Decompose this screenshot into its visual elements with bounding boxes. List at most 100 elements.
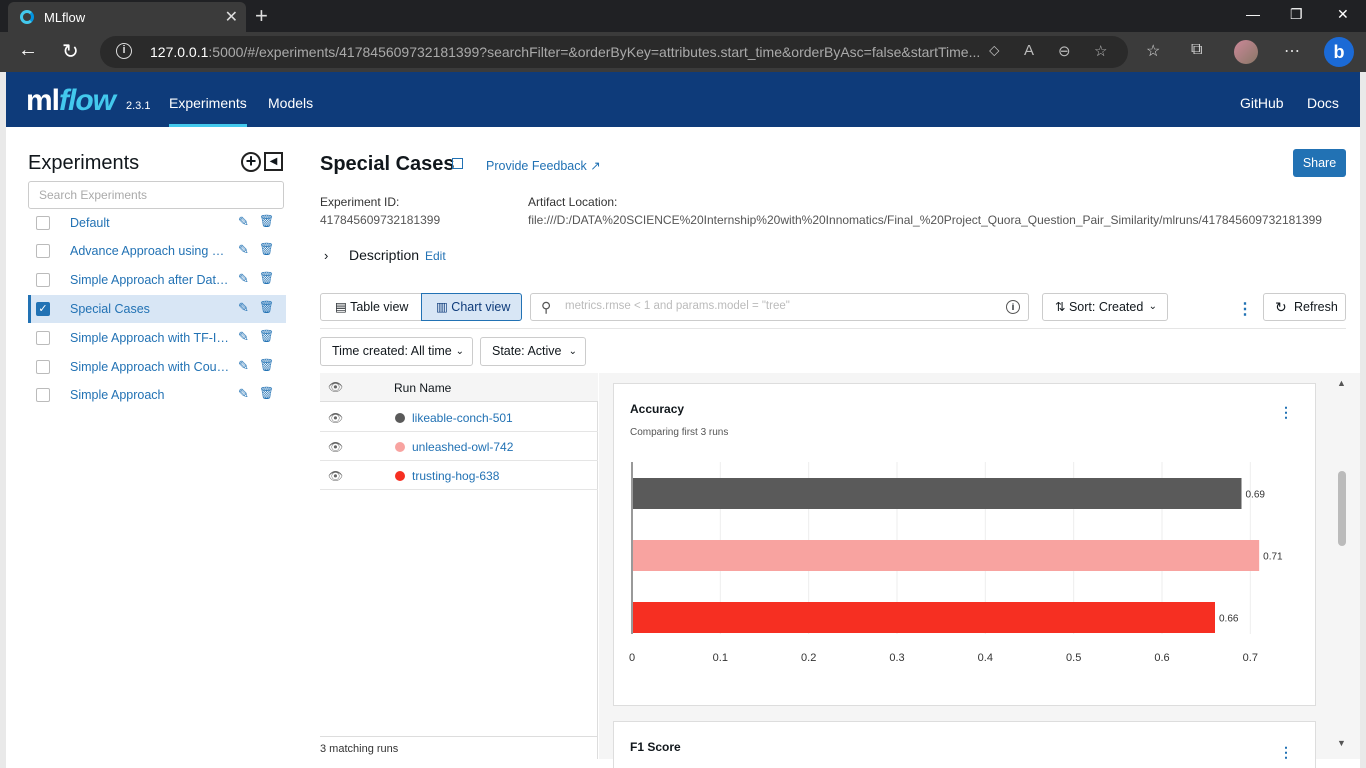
- experiment-item[interactable]: Simple Approach ✎ 🗑: [28, 381, 286, 409]
- site-info-icon[interactable]: i: [116, 43, 132, 59]
- experiment-item[interactable]: Simple Approach with TF-IDF ✎ 🗑: [28, 324, 286, 352]
- delete-icon[interactable]: 🗑: [259, 242, 274, 256]
- delete-icon[interactable]: 🗑: [259, 358, 274, 372]
- bar-value-label: 0.66: [1219, 614, 1239, 625]
- delete-icon[interactable]: 🗑: [259, 386, 274, 400]
- visibility-icon[interactable]: 👁: [328, 440, 343, 454]
- runs-table-header: 👁 Run Name: [320, 373, 598, 402]
- delete-icon[interactable]: 🗑: [259, 271, 274, 285]
- experiment-name[interactable]: Special Cases: [70, 302, 230, 316]
- experiment-name[interactable]: Simple Approach with Count...: [70, 360, 230, 374]
- close-tab-icon[interactable]: ✕: [225, 7, 238, 27]
- table-row[interactable]: 👁 trusting-hog-638: [320, 461, 598, 490]
- refresh-button[interactable]: ↻ Refresh: [1263, 293, 1346, 321]
- provide-feedback-link[interactable]: Provide Feedback ↗: [486, 158, 601, 173]
- scrollbar[interactable]: ▲ ▼: [1336, 373, 1349, 759]
- more-options-icon[interactable]: ⋮: [1237, 299, 1253, 319]
- experiment-name[interactable]: Advance Approach using ext...: [70, 244, 230, 258]
- collections-icon[interactable]: ⧉: [1191, 41, 1202, 59]
- docs-link[interactable]: Docs: [1307, 95, 1339, 111]
- copy-icon[interactable]: [452, 158, 463, 169]
- search-icon: ⚲: [541, 299, 552, 315]
- tag-icon[interactable]: ⬦: [989, 42, 1000, 59]
- mlflow-logo[interactable]: mlflow: [26, 84, 116, 118]
- back-icon[interactable]: ←: [18, 39, 38, 62]
- visibility-toggle-all-icon[interactable]: 👁: [328, 380, 343, 394]
- table-view-button[interactable]: ▤ Table view: [320, 293, 422, 321]
- accuracy-chart-card: Accuracy Comparing first 3 runs ⋮ 0 0.1 0.…: [613, 383, 1316, 706]
- add-favorite-icon[interactable]: ☆: [1094, 42, 1107, 60]
- experiment-checkbox[interactable]: [36, 244, 50, 258]
- run-name-header[interactable]: Run Name: [394, 381, 451, 395]
- bing-icon[interactable]: b: [1324, 37, 1354, 67]
- chart-menu-icon[interactable]: ⋮: [1279, 744, 1293, 761]
- close-window-icon[interactable]: ✕: [1337, 6, 1349, 23]
- experiment-name[interactable]: Simple Approach: [70, 388, 230, 402]
- delete-icon[interactable]: 🗑: [259, 214, 274, 228]
- edit-icon[interactable]: ✎: [238, 329, 249, 345]
- table-row[interactable]: 👁 likeable-conch-501: [320, 403, 598, 432]
- experiment-name[interactable]: Simple Approach with TF-IDF: [70, 331, 230, 345]
- sort-dropdown[interactable]: ⇅ Sort: Created ⌄: [1042, 293, 1168, 321]
- time-created-dropdown[interactable]: Time created: All time ⌄: [320, 337, 473, 366]
- new-tab-icon[interactable]: +: [255, 3, 268, 29]
- search-experiments-input[interactable]: [28, 181, 284, 209]
- table-row[interactable]: 👁 unleashed-owl-742: [320, 432, 598, 461]
- run-filter-input[interactable]: ⚲ metrics.rmse < 1 and params.model = "t…: [530, 293, 1029, 321]
- experiment-checkbox[interactable]: [36, 360, 50, 374]
- experiment-item[interactable]: Simple Approach with Count... ✎ 🗑: [28, 353, 286, 381]
- share-button[interactable]: Share: [1293, 149, 1346, 177]
- edit-icon[interactable]: ✎: [238, 242, 249, 258]
- collapse-sidebar-icon[interactable]: ◀: [264, 152, 283, 171]
- experiment-name[interactable]: Simple Approach after Data ...: [70, 273, 230, 287]
- experiment-checkbox-checked[interactable]: ✓: [36, 302, 50, 316]
- nav-models[interactable]: Models: [268, 95, 313, 111]
- delete-icon[interactable]: 🗑: [259, 329, 274, 343]
- refresh-icon: ↻: [1275, 299, 1287, 315]
- browser-tab[interactable]: MLflow ✕: [8, 2, 246, 32]
- scroll-up-icon[interactable]: ▲: [1337, 378, 1346, 388]
- nav-experiments[interactable]: Experiments: [169, 95, 247, 127]
- run-name-link[interactable]: trusting-hog-638: [412, 469, 499, 483]
- experiment-item[interactable]: Advance Approach using ext... ✎ 🗑: [28, 237, 286, 265]
- delete-icon[interactable]: 🗑: [259, 300, 274, 314]
- description-label[interactable]: Description: [349, 247, 419, 263]
- scroll-down-icon[interactable]: ▼: [1337, 738, 1346, 748]
- run-name-link[interactable]: unleashed-owl-742: [412, 440, 513, 454]
- expand-description-icon[interactable]: ›: [324, 248, 328, 263]
- experiment-checkbox[interactable]: [36, 388, 50, 402]
- info-icon[interactable]: i: [1006, 300, 1020, 314]
- reload-icon[interactable]: ↻: [62, 39, 79, 64]
- url-field[interactable]: i 127.0.0.1:5000/#/experiments/417845609…: [100, 36, 1128, 68]
- state-dropdown[interactable]: State: Active ⌄: [480, 337, 586, 366]
- experiment-item-selected[interactable]: ✓ Special Cases ✎ 🗑: [28, 295, 286, 323]
- add-experiment-icon[interactable]: +: [241, 152, 261, 172]
- edit-icon[interactable]: ✎: [238, 386, 249, 402]
- scrollbar-thumb[interactable]: [1338, 471, 1346, 546]
- experiment-checkbox[interactable]: [36, 273, 50, 287]
- x-tick-label: 0.2: [801, 652, 816, 664]
- edit-icon[interactable]: ✎: [238, 214, 249, 230]
- chart-menu-icon[interactable]: ⋮: [1279, 404, 1293, 421]
- description-edit-link[interactable]: Edit: [425, 249, 446, 263]
- visibility-icon[interactable]: 👁: [328, 411, 343, 425]
- zoom-icon[interactable]: ⊖: [1058, 42, 1071, 60]
- experiment-item[interactable]: Default ✎ 🗑: [28, 209, 286, 237]
- profile-avatar[interactable]: [1234, 40, 1258, 64]
- edit-icon[interactable]: ✎: [238, 271, 249, 287]
- restore-icon[interactable]: ❐: [1290, 6, 1303, 23]
- github-link[interactable]: GitHub: [1240, 95, 1284, 111]
- minimize-icon[interactable]: —: [1246, 6, 1260, 22]
- experiment-item[interactable]: Simple Approach after Data ... ✎ 🗑: [28, 266, 286, 294]
- more-icon[interactable]: ⋯: [1284, 41, 1300, 61]
- visibility-icon[interactable]: 👁: [328, 469, 343, 483]
- chart-view-button[interactable]: ▥ Chart view: [421, 293, 522, 321]
- edit-icon[interactable]: ✎: [238, 300, 249, 316]
- favorites-icon[interactable]: ☆: [1146, 41, 1160, 61]
- experiment-checkbox[interactable]: [36, 216, 50, 230]
- run-name-link[interactable]: likeable-conch-501: [412, 411, 513, 425]
- experiment-name[interactable]: Default: [70, 216, 230, 230]
- read-aloud-icon[interactable]: A: [1024, 42, 1034, 59]
- experiment-checkbox[interactable]: [36, 331, 50, 345]
- edit-icon[interactable]: ✎: [238, 358, 249, 374]
